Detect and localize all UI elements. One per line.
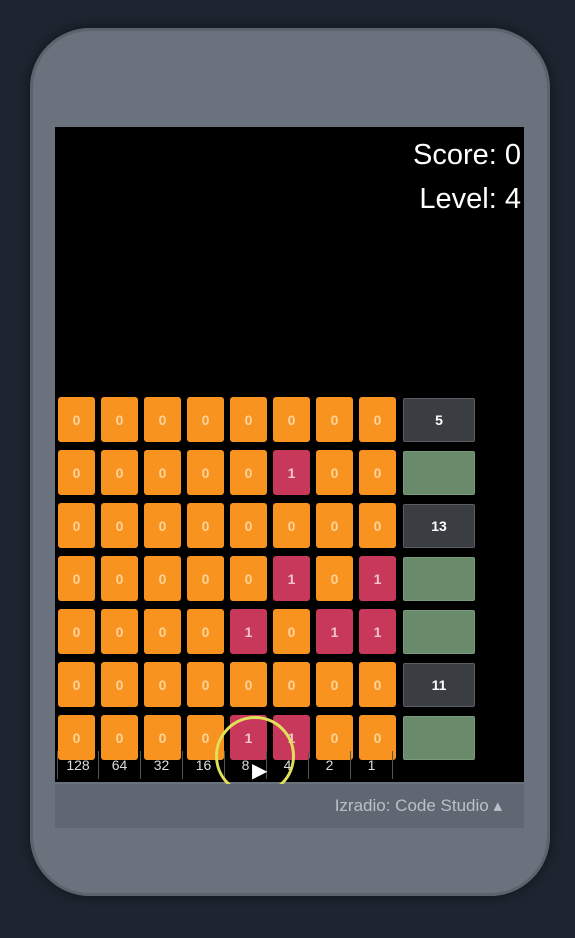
bit-cell[interactable]: 0 <box>230 556 267 601</box>
bit-grid: 0 0 0 0 0 0 0 0 5 0 0 0 0 0 1 0 0 0 0 0 0 0 0 0 0 13 0 0 0 0 0 1 0 1 0 0 0 0 1… <box>58 397 475 768</box>
place-value-label: 32 <box>141 751 183 779</box>
bit-cell[interactable]: 0 <box>144 556 181 601</box>
bit-cell[interactable]: 0 <box>359 450 396 495</box>
bit-cell[interactable]: 0 <box>144 397 181 442</box>
bit-cell[interactable]: 0 <box>58 397 95 442</box>
bit-cell[interactable]: 0 <box>101 397 138 442</box>
bit-cell[interactable]: 0 <box>58 556 95 601</box>
bit-cell[interactable]: 0 <box>230 397 267 442</box>
bit-row: 0 0 0 0 0 0 0 0 13 <box>58 503 475 548</box>
answer-input[interactable] <box>403 556 475 601</box>
answer-input[interactable] <box>403 450 475 495</box>
bit-cell[interactable]: 0 <box>316 450 353 495</box>
bit-cell[interactable]: 0 <box>144 609 181 654</box>
bit-cell[interactable]: 0 <box>359 662 396 707</box>
game-screen: Score: 0 Level: 4 0000000050000010000000… <box>55 127 524 782</box>
bit-cell[interactable]: 0 <box>144 503 181 548</box>
bit-cell[interactable]: 0 <box>187 503 224 548</box>
bit-cell[interactable]: 1 <box>230 609 267 654</box>
bit-row: 000000005 <box>58 397 475 442</box>
answer-value: 13 <box>403 503 475 548</box>
bit-cell[interactable]: 1 <box>273 556 310 601</box>
answer-value: 5 <box>403 397 475 442</box>
bit-cell[interactable]: 0 <box>187 662 224 707</box>
bit-cell[interactable]: 0 <box>316 397 353 442</box>
bit-cell[interactable]: 0 <box>187 397 224 442</box>
bit-cell[interactable]: 0 <box>230 662 267 707</box>
bit-cell[interactable]: 0 <box>101 662 138 707</box>
bit-cell[interactable]: 0 <box>101 556 138 601</box>
bit-cell[interactable]: 0 <box>101 503 138 548</box>
bit-row: 00001011 <box>58 609 475 654</box>
place-value-label: 64 <box>99 751 141 779</box>
bit-cell[interactable]: 0 <box>316 503 353 548</box>
bit-cell[interactable]: 1 <box>316 609 353 654</box>
bit-cell[interactable]: 0 <box>58 662 95 707</box>
bit-cell[interactable]: 1 <box>359 609 396 654</box>
bit-cell[interactable]: 1 <box>273 450 310 495</box>
answer-value: 11 <box>403 662 475 707</box>
answer-input[interactable] <box>403 609 475 654</box>
bit-cell[interactable]: 0 <box>101 450 138 495</box>
score-display: Score: 0 <box>413 139 521 171</box>
bit-cell[interactable]: 1 <box>359 556 396 601</box>
bit-cell[interactable]: 0 <box>230 450 267 495</box>
bit-cell[interactable]: 0 <box>273 662 310 707</box>
bit-cell[interactable]: 0 <box>359 503 396 548</box>
level-display: Level: 4 <box>419 183 521 215</box>
bit-cell[interactable]: 0 <box>187 450 224 495</box>
bit-row: 0 0 0 0 0 0 0 0 11 <box>58 662 475 707</box>
bit-cell[interactable]: 0 <box>273 503 310 548</box>
bit-cell[interactable]: 0 <box>58 609 95 654</box>
bit-cell[interactable]: 0 <box>58 503 95 548</box>
bit-cell[interactable]: 0 <box>316 556 353 601</box>
bit-row: 00000100 <box>58 450 475 495</box>
place-value-label: 2 <box>309 751 351 779</box>
bit-cell[interactable]: 0 <box>273 609 310 654</box>
bit-row: 00000101 <box>58 556 475 601</box>
bit-cell[interactable]: 0 <box>273 397 310 442</box>
bit-cell[interactable]: 0 <box>316 662 353 707</box>
place-value-label: 128 <box>57 751 99 779</box>
bit-cell[interactable]: 0 <box>187 556 224 601</box>
bit-cell[interactable]: 0 <box>187 609 224 654</box>
answer-input[interactable] <box>403 715 475 760</box>
bit-cell[interactable]: 0 <box>230 503 267 548</box>
place-value-label: 1 <box>351 751 393 779</box>
mouse-pointer-icon: ▶ <box>252 760 268 782</box>
bit-cell[interactable]: 0 <box>359 397 396 442</box>
bit-cell[interactable]: 0 <box>101 609 138 654</box>
bit-cell[interactable]: 0 <box>144 450 181 495</box>
footer-bar: Izradio: Code Studio ▴ <box>55 784 524 828</box>
bit-cell[interactable]: 0 <box>144 662 181 707</box>
bit-cell[interactable]: 0 <box>58 450 95 495</box>
footer-credit[interactable]: Izradio: Code Studio ▴ <box>335 796 502 816</box>
